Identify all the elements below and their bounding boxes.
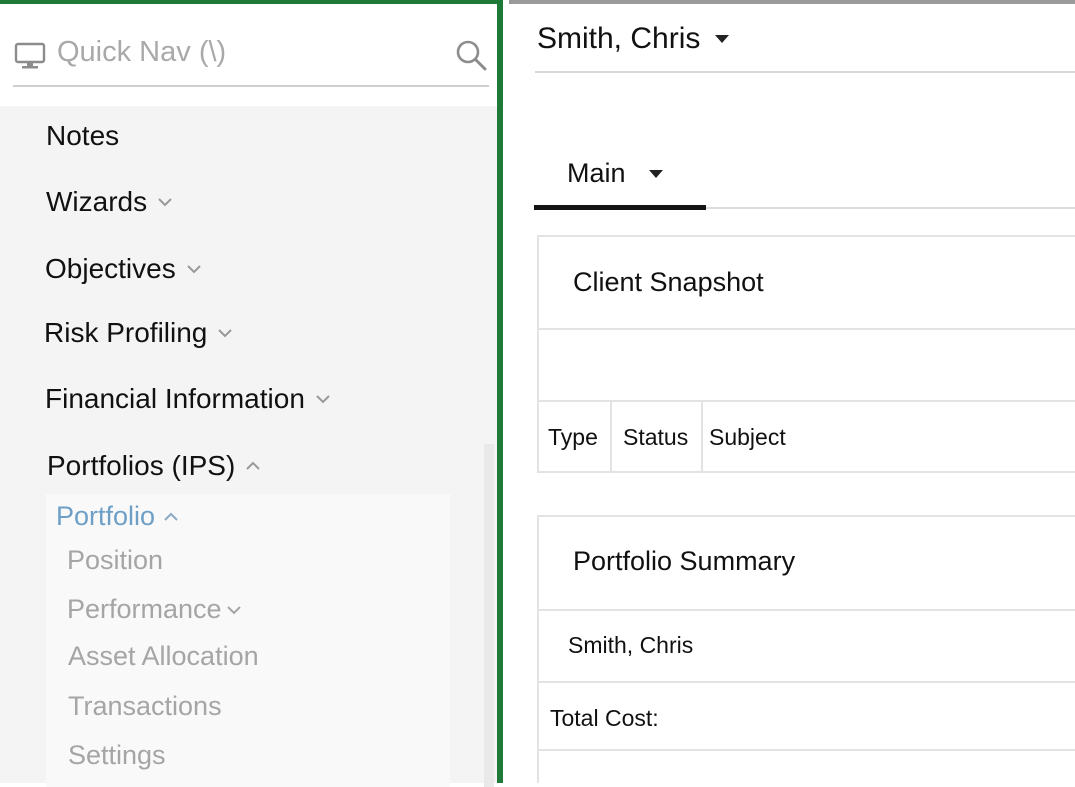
- sidebar-item-label: Wizards: [46, 186, 148, 217]
- quick-nav-underline: [13, 85, 489, 87]
- sidebar-item-wizards[interactable]: Wizards: [46, 186, 173, 218]
- card-divider: [539, 681, 1075, 683]
- caret-down-icon: [648, 169, 663, 178]
- sidebar-item-portfolios-ips[interactable]: Portfolios (IPS): [47, 450, 261, 482]
- top-border: [509, 0, 1075, 4]
- submenu-item-asset-allocation[interactable]: Asset Allocation: [68, 641, 259, 672]
- sidebar-item-financial-information[interactable]: Financial Information: [45, 383, 331, 415]
- client-name: Smith, Chris: [537, 22, 701, 55]
- header-divider: [535, 71, 1075, 73]
- sidebar-scrollbar[interactable]: [484, 444, 494, 787]
- sidebar-item-label: Risk Profiling: [44, 317, 208, 348]
- column-divider: [610, 400, 612, 473]
- sidebar-item-label: Objectives: [45, 253, 176, 284]
- quick-nav-search[interactable]: Quick Nav (\): [0, 4, 497, 106]
- portfolio-summary-title: Portfolio Summary: [573, 546, 796, 576]
- chevron-down-icon: [218, 329, 233, 338]
- table-header-top-border: [539, 400, 1075, 402]
- submenu-item-label: Transactions: [68, 691, 222, 721]
- submenu-item-label: Asset Allocation: [68, 641, 259, 671]
- submenu-item-label: Position: [67, 545, 164, 575]
- submenu-item-position[interactable]: Position: [67, 545, 163, 576]
- caret-down-icon: [715, 35, 730, 43]
- column-header-status[interactable]: Status: [623, 424, 688, 451]
- monitor-icon: [14, 42, 46, 69]
- sidebar-item-risk-profiling[interactable]: Risk Profiling: [44, 317, 233, 349]
- sidebar-item-label: Portfolios (IPS): [47, 450, 236, 481]
- tab-bar-divider: [706, 207, 1075, 209]
- chevron-down-icon: [226, 605, 241, 614]
- card-divider: [539, 749, 1075, 751]
- submenu-label: Portfolio: [56, 501, 156, 531]
- sidebar-item-label: Notes: [46, 120, 120, 151]
- card-divider: [539, 609, 1075, 611]
- sidebar-item-objectives[interactable]: Objectives: [45, 253, 202, 285]
- tab-label: Main: [567, 158, 626, 188]
- main-content: Smith, Chris Main Client Snapshot Type S…: [509, 0, 1075, 783]
- sidebar-item-label: Financial Information: [45, 383, 305, 414]
- client-snapshot-card: Client Snapshot Type Status Subject: [537, 235, 1075, 473]
- chevron-up-icon: [164, 512, 178, 521]
- submenu-item-settings[interactable]: Settings: [68, 740, 166, 771]
- chevron-up-icon: [246, 461, 260, 470]
- submenu-item-transactions[interactable]: Transactions: [68, 691, 222, 722]
- client-snapshot-title: Client Snapshot: [573, 267, 764, 297]
- quick-nav-placeholder[interactable]: Quick Nav (\): [57, 36, 226, 69]
- total-cost-label: Total Cost:: [550, 705, 659, 731]
- search-icon[interactable]: [454, 38, 488, 72]
- submenu-portfolio[interactable]: Portfolio: [56, 501, 179, 532]
- column-header-type[interactable]: Type: [548, 424, 598, 451]
- submenu-item-performance[interactable]: Performance: [67, 594, 242, 625]
- submenu-item-label: Settings: [68, 740, 166, 770]
- submenu-item-label: Performance: [67, 594, 222, 624]
- active-tab-indicator: [534, 205, 706, 210]
- portfolio-summary-card: Portfolio Summary Smith, Chris Total Cos…: [537, 515, 1075, 783]
- column-divider: [701, 400, 703, 473]
- portfolio-owner-name: Smith, Chris: [568, 632, 694, 658]
- tab-main[interactable]: Main: [567, 158, 664, 189]
- chevron-down-icon: [158, 198, 172, 207]
- chevron-down-icon: [187, 265, 201, 274]
- sidebar: Quick Nav (\) Notes Wizards Objectives R…: [0, 0, 503, 787]
- client-selector[interactable]: Smith, Chris: [537, 22, 730, 56]
- chevron-down-icon: [316, 395, 330, 404]
- card-divider: [539, 328, 1075, 330]
- sidebar-item-notes[interactable]: Notes: [46, 120, 119, 152]
- column-header-subject[interactable]: Subject: [709, 424, 786, 451]
